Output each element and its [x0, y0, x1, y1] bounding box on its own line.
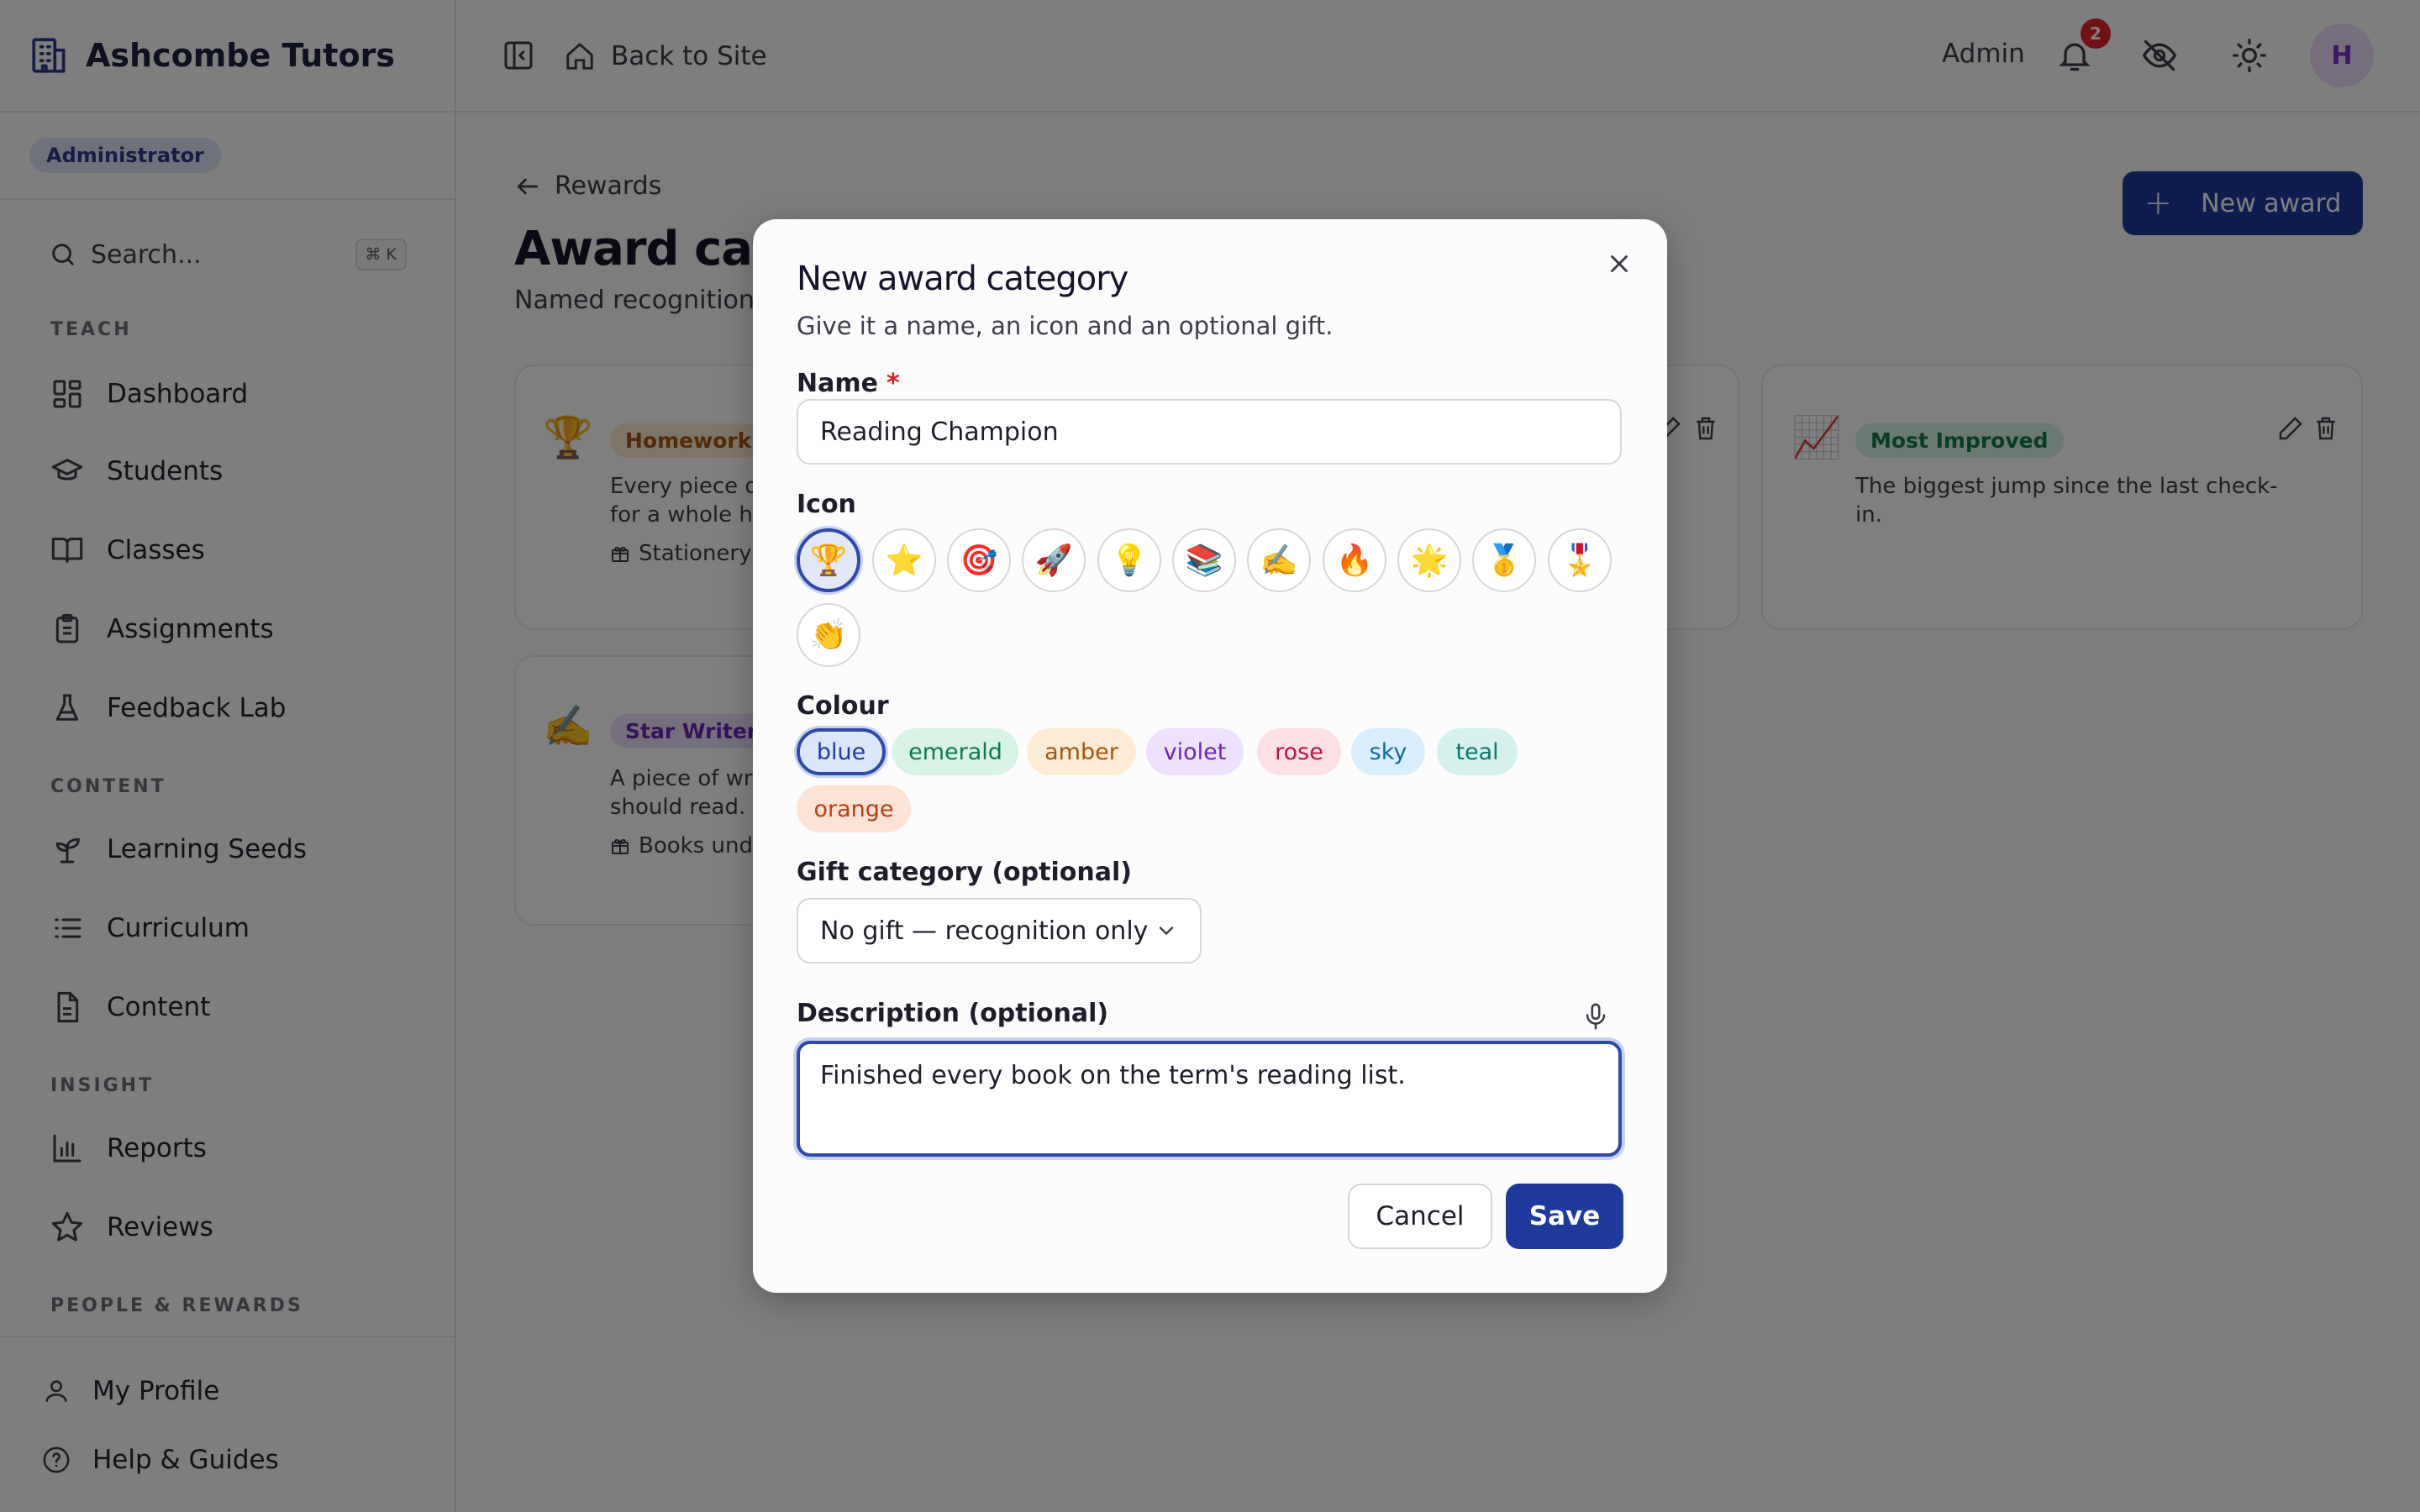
icon-option-gold-medal[interactable]: 🥇 [1472, 528, 1536, 592]
dialog-subtitle: Give it a name, an icon and an optional … [797, 312, 1334, 340]
microphone-icon[interactable] [1581, 1000, 1610, 1032]
new-award-category-dialog: New award category Give it a name, an ic… [753, 219, 1667, 1293]
icon-option-military-medal[interactable]: 🎖️ [1548, 528, 1612, 592]
description-label: Description (optional) [797, 999, 1109, 1028]
colour-option-emerald[interactable]: emerald [892, 728, 1018, 775]
dialog-title: New award category [797, 260, 1128, 298]
colour-option-orange[interactable]: orange [797, 785, 911, 832]
required-mark: * [886, 369, 900, 398]
colour-option-teal[interactable]: teal [1437, 728, 1518, 775]
save-button[interactable]: Save [1506, 1184, 1623, 1249]
icon-option-trophy[interactable]: 🏆 [797, 528, 860, 592]
icon-option-rocket[interactable]: 🚀 [1022, 528, 1086, 592]
gift-category-select[interactable]: No gift — recognition only [797, 898, 1202, 963]
colour-option-blue[interactable]: blue [797, 728, 886, 775]
icon-option-target[interactable]: 🎯 [947, 528, 1011, 592]
icon-option-star[interactable]: ⭐ [872, 528, 936, 592]
colour-label: Colour [797, 691, 889, 721]
icon-option-books[interactable]: 📚 [1172, 528, 1236, 592]
name-label-text: Name [797, 369, 878, 398]
gift-category-value: No gift — recognition only [820, 916, 1149, 946]
gift-category-label: Gift category (optional) [797, 858, 1132, 887]
name-label: Name * [797, 369, 900, 398]
icon-option-clapping-hands[interactable]: 👏 [797, 603, 860, 667]
description-textarea[interactable]: Finished every book on the term's readin… [797, 1041, 1622, 1157]
icon-option-glowing-star[interactable]: 🌟 [1397, 528, 1461, 592]
icon-label: Icon [797, 490, 856, 519]
chevron-down-icon [1159, 927, 1174, 936]
icon-option-lightbulb[interactable]: 💡 [1097, 528, 1161, 592]
icon-option-fire[interactable]: 🔥 [1323, 528, 1386, 592]
close-icon[interactable] [1605, 249, 1634, 278]
cancel-button[interactable]: Cancel [1348, 1184, 1492, 1249]
colour-option-rose[interactable]: rose [1257, 728, 1341, 775]
colour-option-violet[interactable]: violet [1146, 728, 1244, 775]
icon-option-writing-hand[interactable]: ✍️ [1247, 528, 1311, 592]
colour-option-amber[interactable]: amber [1027, 728, 1136, 775]
colour-option-sky[interactable]: sky [1351, 728, 1425, 775]
name-input[interactable] [797, 399, 1622, 465]
